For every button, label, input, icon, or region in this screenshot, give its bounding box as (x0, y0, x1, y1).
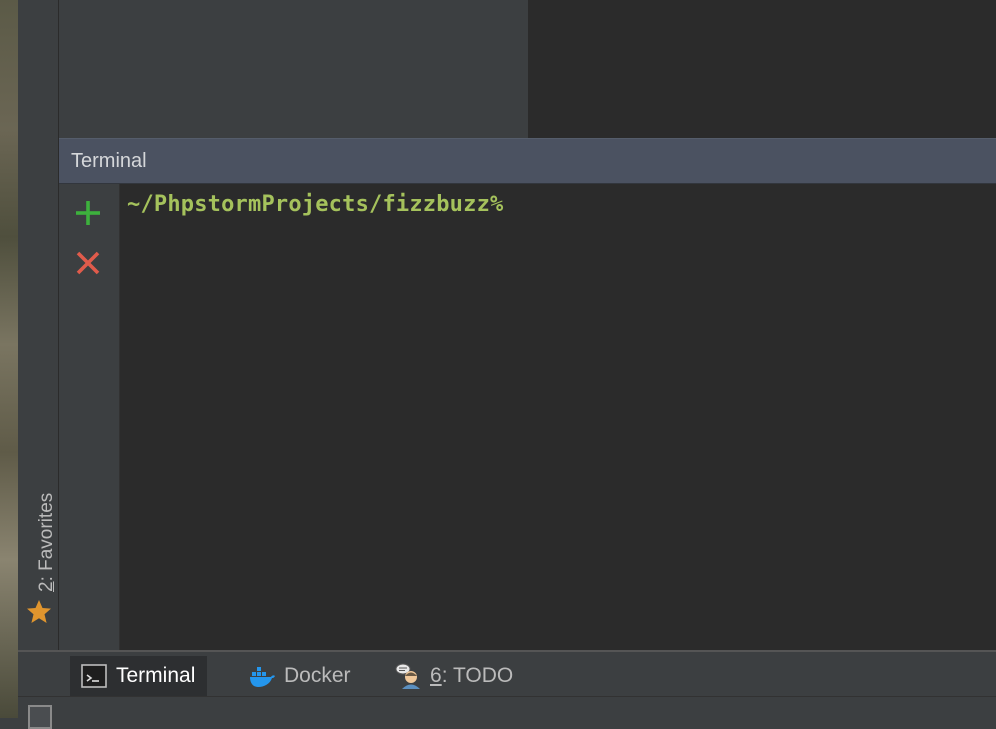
favorites-label: 2: Favorites (36, 492, 57, 592)
todo-icon (395, 663, 420, 689)
tab-docker[interactable]: Docker (238, 656, 363, 696)
terminal-prompt: ~/PhpstormProjects/fizzbuzz% (127, 192, 504, 217)
tab-docker-label: Docker (284, 664, 351, 687)
close-session-button[interactable] (73, 248, 103, 278)
plus-icon (76, 201, 100, 225)
toggle-tool-windows-button[interactable] (28, 705, 52, 729)
terminal-tool-window: Terminal ~/PhpstormProjects/fizzbuzz% (59, 138, 996, 650)
tab-terminal[interactable]: Terminal (70, 656, 208, 696)
tab-todo-label: 6: TODO (430, 664, 514, 687)
docker-icon (250, 667, 275, 687)
status-bar (18, 696, 996, 729)
close-icon (76, 251, 100, 275)
editor-area (528, 0, 996, 138)
favorites-tool-tab[interactable]: 2: Favorites (20, 462, 57, 632)
terminal-header: Terminal (59, 138, 996, 184)
tab-terminal-label: Terminal (116, 664, 196, 687)
bottom-tool-window-bar: Terminal Docker 6: TODO (18, 650, 996, 696)
terminal-toolbar (59, 184, 120, 650)
desktop-background (0, 0, 18, 718)
star-icon (27, 600, 51, 623)
terminal-title: Terminal (71, 149, 147, 172)
terminal-content[interactable]: ~/PhpstormProjects/fizzbuzz% (120, 184, 996, 650)
project-panel (59, 0, 528, 138)
new-session-button[interactable] (73, 198, 103, 228)
tab-todo[interactable]: 6: TODO (384, 656, 525, 696)
terminal-icon (81, 664, 107, 688)
